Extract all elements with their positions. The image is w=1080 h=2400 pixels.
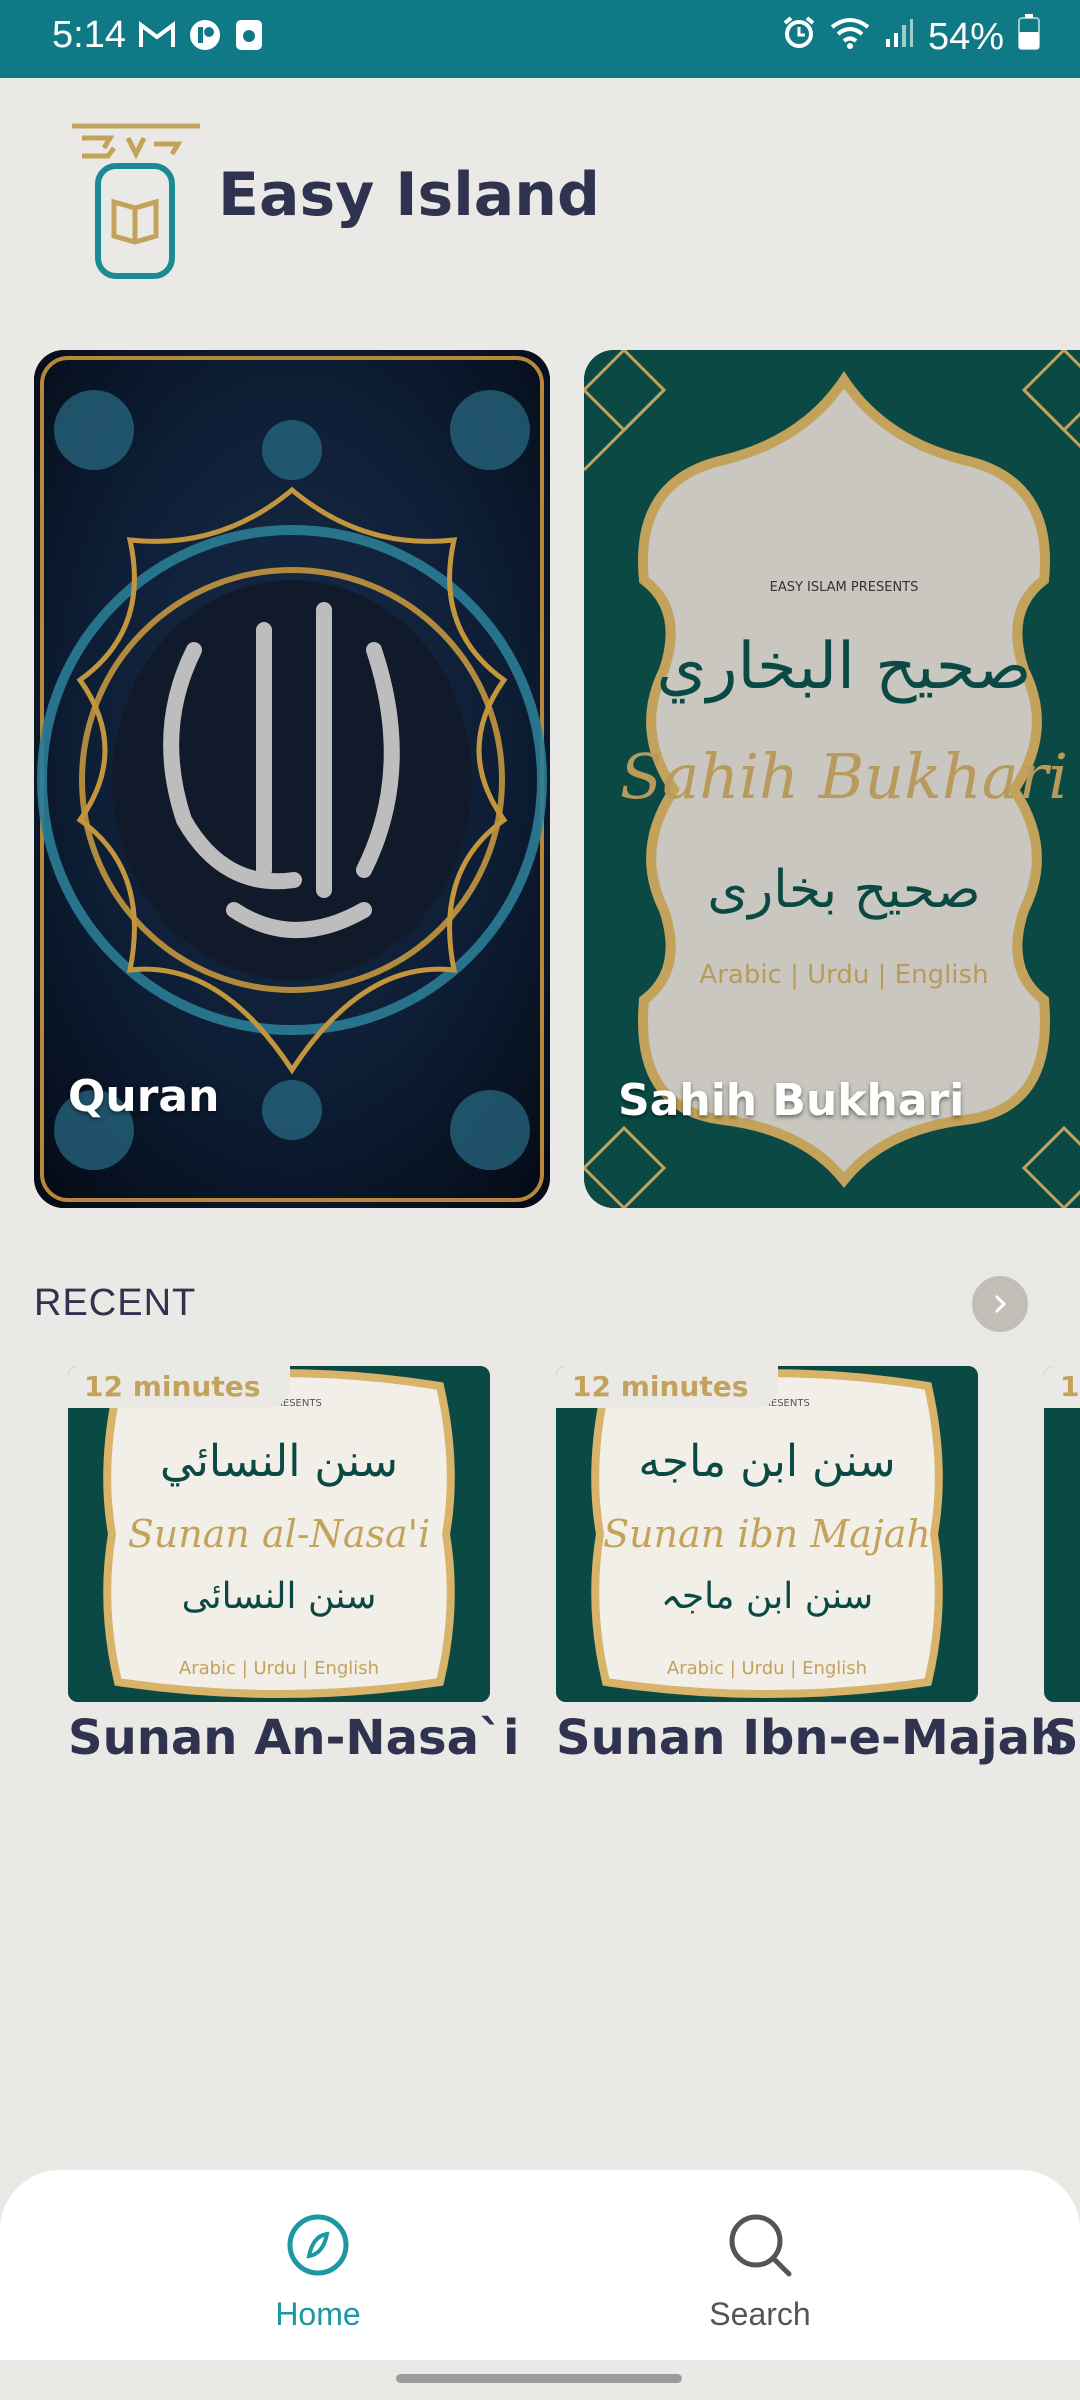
recent-item-partial[interactable]: 12 Sa — [1044, 1366, 1080, 1766]
recent-item-cover: 12 — [1044, 1366, 1080, 1702]
recent-section-title: RECENT — [34, 1282, 197, 1324]
gesture-home-indicator[interactable] — [396, 2374, 682, 2383]
duration-badge: 12 minutes — [556, 1366, 779, 1408]
cover-urdu-title: سنن ابن ماجہ — [660, 1576, 874, 1617]
featured-card-label: Sahih Bukhari — [618, 1075, 965, 1126]
chevron-right-icon — [994, 1294, 1007, 1314]
nav-search-label: Search — [709, 2296, 811, 2332]
battery-icon — [1018, 14, 1040, 60]
recent-list[interactable]: ISLAM PRESENTS سنن النسائي Sunan al-Nasa… — [0, 1366, 1080, 1786]
featured-card-sahih-bukhari[interactable]: EASY ISLAM PRESENTS صحيح البخاري Sahih B… — [584, 350, 1080, 1208]
featured-card-quran[interactable]: Quran — [34, 350, 550, 1208]
featured-card-label: Quran — [68, 1071, 220, 1122]
cover-arabic-title: صحيح البخاري — [656, 630, 1032, 704]
nav-home[interactable]: Home — [208, 2210, 428, 2333]
cover-urdu-title: سنن النسائی — [181, 1576, 377, 1617]
search-icon — [729, 2214, 792, 2277]
status-time: 5:14 — [52, 14, 126, 56]
cover-languages: Arabic | Urdu | English — [666, 1658, 868, 1679]
recent-item-cover: ISLAM PRESENTS سنن النسائي Sunan al-Nasa… — [68, 1366, 490, 1702]
cover-languages: Arabic | Urdu | English — [178, 1658, 380, 1679]
battery-percent: 54% — [927, 15, 1004, 58]
compass-icon — [287, 2214, 349, 2276]
app-logo — [68, 112, 208, 282]
duration-badge: 12 minutes — [68, 1366, 291, 1408]
bottom-navigation: Home Search — [0, 2170, 1080, 2360]
wifi-icon — [830, 16, 870, 59]
alarm-icon — [782, 15, 816, 59]
recent-item-sunan-ibn-e-majah[interactable]: ISLAM PRESENTS سنن ابن ماجه Sunan ibn Ma… — [556, 1366, 1064, 1766]
app-notification-icon — [188, 18, 222, 56]
recent-item-title: Sa — [1044, 1710, 1080, 1766]
recent-item-title: Sunan Ibn-e-Majah — [556, 1710, 1065, 1766]
recent-item-sunan-an-nasai[interactable]: ISLAM PRESENTS سنن النسائي Sunan al-Nasa… — [68, 1366, 519, 1766]
cover-english-title: Sunan ibn Majah — [603, 1512, 931, 1556]
recent-next-button[interactable] — [972, 1276, 1028, 1332]
cover-urdu-title: صحیح بخاری — [707, 860, 981, 920]
cover-arabic-title: سنن النسائي — [159, 1436, 399, 1487]
cover-presents-text: EASY ISLAM PRESENTS — [769, 580, 919, 595]
cover-english-title: Sahih Bukhari — [619, 740, 1069, 813]
cover-arabic-title: سنن ابن ماجه — [638, 1436, 896, 1487]
recent-item-cover: ISLAM PRESENTS سنن ابن ماجه Sunan ibn Ma… — [556, 1366, 978, 1702]
cover-english-title: Sunan al-Nasa'i — [127, 1512, 431, 1556]
nav-home-label: Home — [275, 2296, 361, 2332]
gmail-icon — [138, 20, 176, 54]
duration-badge: 12 — [1044, 1366, 1080, 1408]
signal-icon — [884, 16, 914, 59]
status-bar: 5:14 54% — [0, 0, 1080, 78]
nav-search[interactable]: Search — [650, 2210, 870, 2333]
screenshot-icon — [234, 18, 264, 56]
featured-carousel[interactable]: Quran EASY ISLAM PRESENTS صحيح البخاري S… — [34, 350, 1080, 1210]
cover-languages: Arabic | Urdu | English — [699, 960, 989, 990]
app-title: Easy Island — [218, 160, 600, 230]
recent-item-title: Sunan An-Nasa`i — [68, 1710, 520, 1766]
